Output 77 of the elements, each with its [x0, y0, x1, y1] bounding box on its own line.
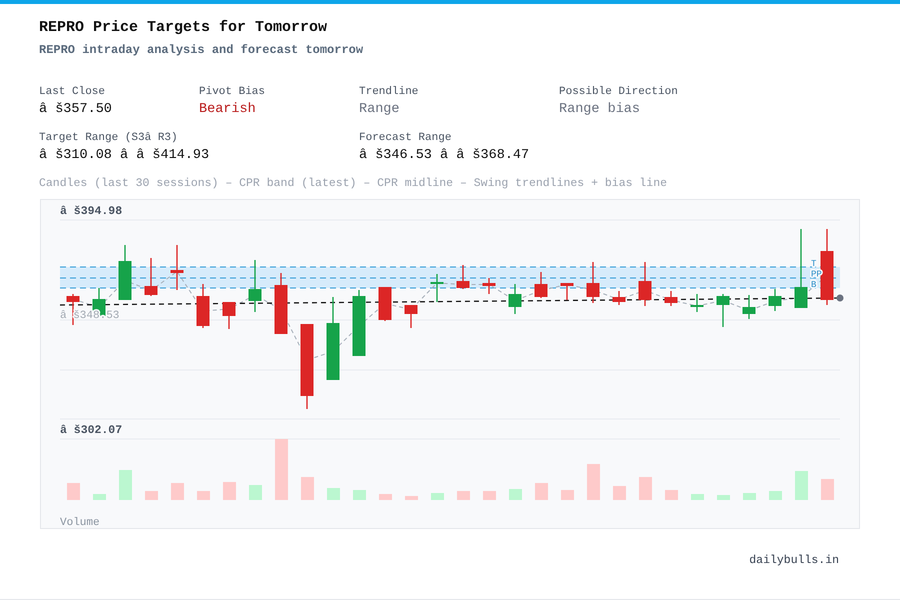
volume-bar	[535, 483, 548, 500]
volume-bar	[223, 482, 236, 500]
candle	[742, 295, 756, 319]
candle	[456, 265, 470, 289]
volume-bar	[795, 471, 808, 500]
stat-label: Trendline	[359, 85, 420, 99]
volume-bar	[639, 477, 652, 500]
candle	[508, 284, 522, 314]
candle	[404, 305, 418, 328]
volume-bar	[821, 479, 834, 500]
volume-bar	[509, 489, 522, 500]
candle	[716, 294, 730, 327]
candle	[638, 262, 652, 306]
volume-bar	[665, 490, 678, 500]
volume-bar	[119, 470, 132, 500]
candle	[352, 290, 366, 356]
candle	[664, 291, 678, 306]
candle	[768, 289, 782, 311]
stat-label: Target Range (S3â R3)	[39, 131, 179, 145]
volume-bar	[769, 491, 782, 500]
stat-value: Range	[359, 101, 401, 119]
volume-bar	[353, 490, 366, 500]
volume-bar	[431, 493, 444, 500]
volume-bar	[379, 494, 392, 500]
volume-bar	[405, 496, 418, 500]
stat-label: Pivot Bias	[199, 85, 266, 99]
chart-caption: Candles (last 30 sessions) – CPR band (latest) – CPR midline – Swing trendlines + bias line	[39, 177, 668, 190]
volume-bar	[743, 493, 756, 500]
stat-label: Forecast Range	[359, 131, 452, 145]
candle	[274, 273, 288, 334]
candle	[170, 245, 184, 290]
candle	[222, 302, 236, 329]
candle	[196, 284, 210, 328]
volume-bar	[691, 494, 704, 500]
last-price-dot	[836, 294, 844, 302]
volume-bar	[613, 486, 626, 500]
volume-bar	[67, 483, 80, 500]
volume-bar	[483, 491, 496, 500]
volume-bar	[327, 488, 340, 500]
stat-label: Last Close	[39, 85, 106, 99]
candle	[144, 258, 158, 296]
volume-bar	[717, 495, 730, 500]
stat-value: â š310.08 â â š414.93	[39, 147, 210, 165]
candle	[430, 274, 444, 302]
midline-label: â š348.53	[60, 310, 120, 322]
volume-bar	[587, 464, 600, 500]
site-name: dailybulls.in	[749, 554, 839, 567]
candle	[378, 287, 392, 321]
volume-bar	[171, 483, 184, 500]
cpr-label: B	[811, 280, 816, 290]
cpr-label: T	[811, 259, 816, 269]
candle	[586, 262, 600, 303]
volume-high-label: â š302.07	[60, 424, 122, 437]
volume-label: Volume	[60, 517, 100, 529]
volume-bar	[145, 491, 158, 500]
candle	[534, 272, 548, 298]
volume-bar	[457, 491, 470, 500]
candle	[612, 291, 626, 305]
stat-label: Possible Direction	[559, 85, 679, 99]
volume-bar	[561, 490, 574, 500]
candle	[560, 283, 574, 300]
volume-bar	[197, 491, 210, 500]
price-high-label: â š394.98	[60, 205, 122, 218]
stat-value: â š357.50	[39, 101, 113, 119]
candle	[248, 260, 262, 312]
stat-value: â š346.53 â â š368.47	[359, 147, 530, 165]
stat-value: Range bias	[559, 101, 642, 119]
volume-bar	[301, 477, 314, 500]
volume-bar	[93, 494, 106, 500]
page-title: REPRO Price Targets for Tomorrow	[39, 19, 328, 37]
volume-bar	[275, 439, 288, 500]
candle	[690, 294, 704, 312]
volume-bar	[249, 485, 262, 500]
stat-value: Bearish	[199, 101, 257, 119]
candle	[482, 278, 496, 294]
candle	[118, 245, 132, 300]
page-subtitle: REPRO intraday analysis and forecast tomorrow	[39, 43, 364, 57]
